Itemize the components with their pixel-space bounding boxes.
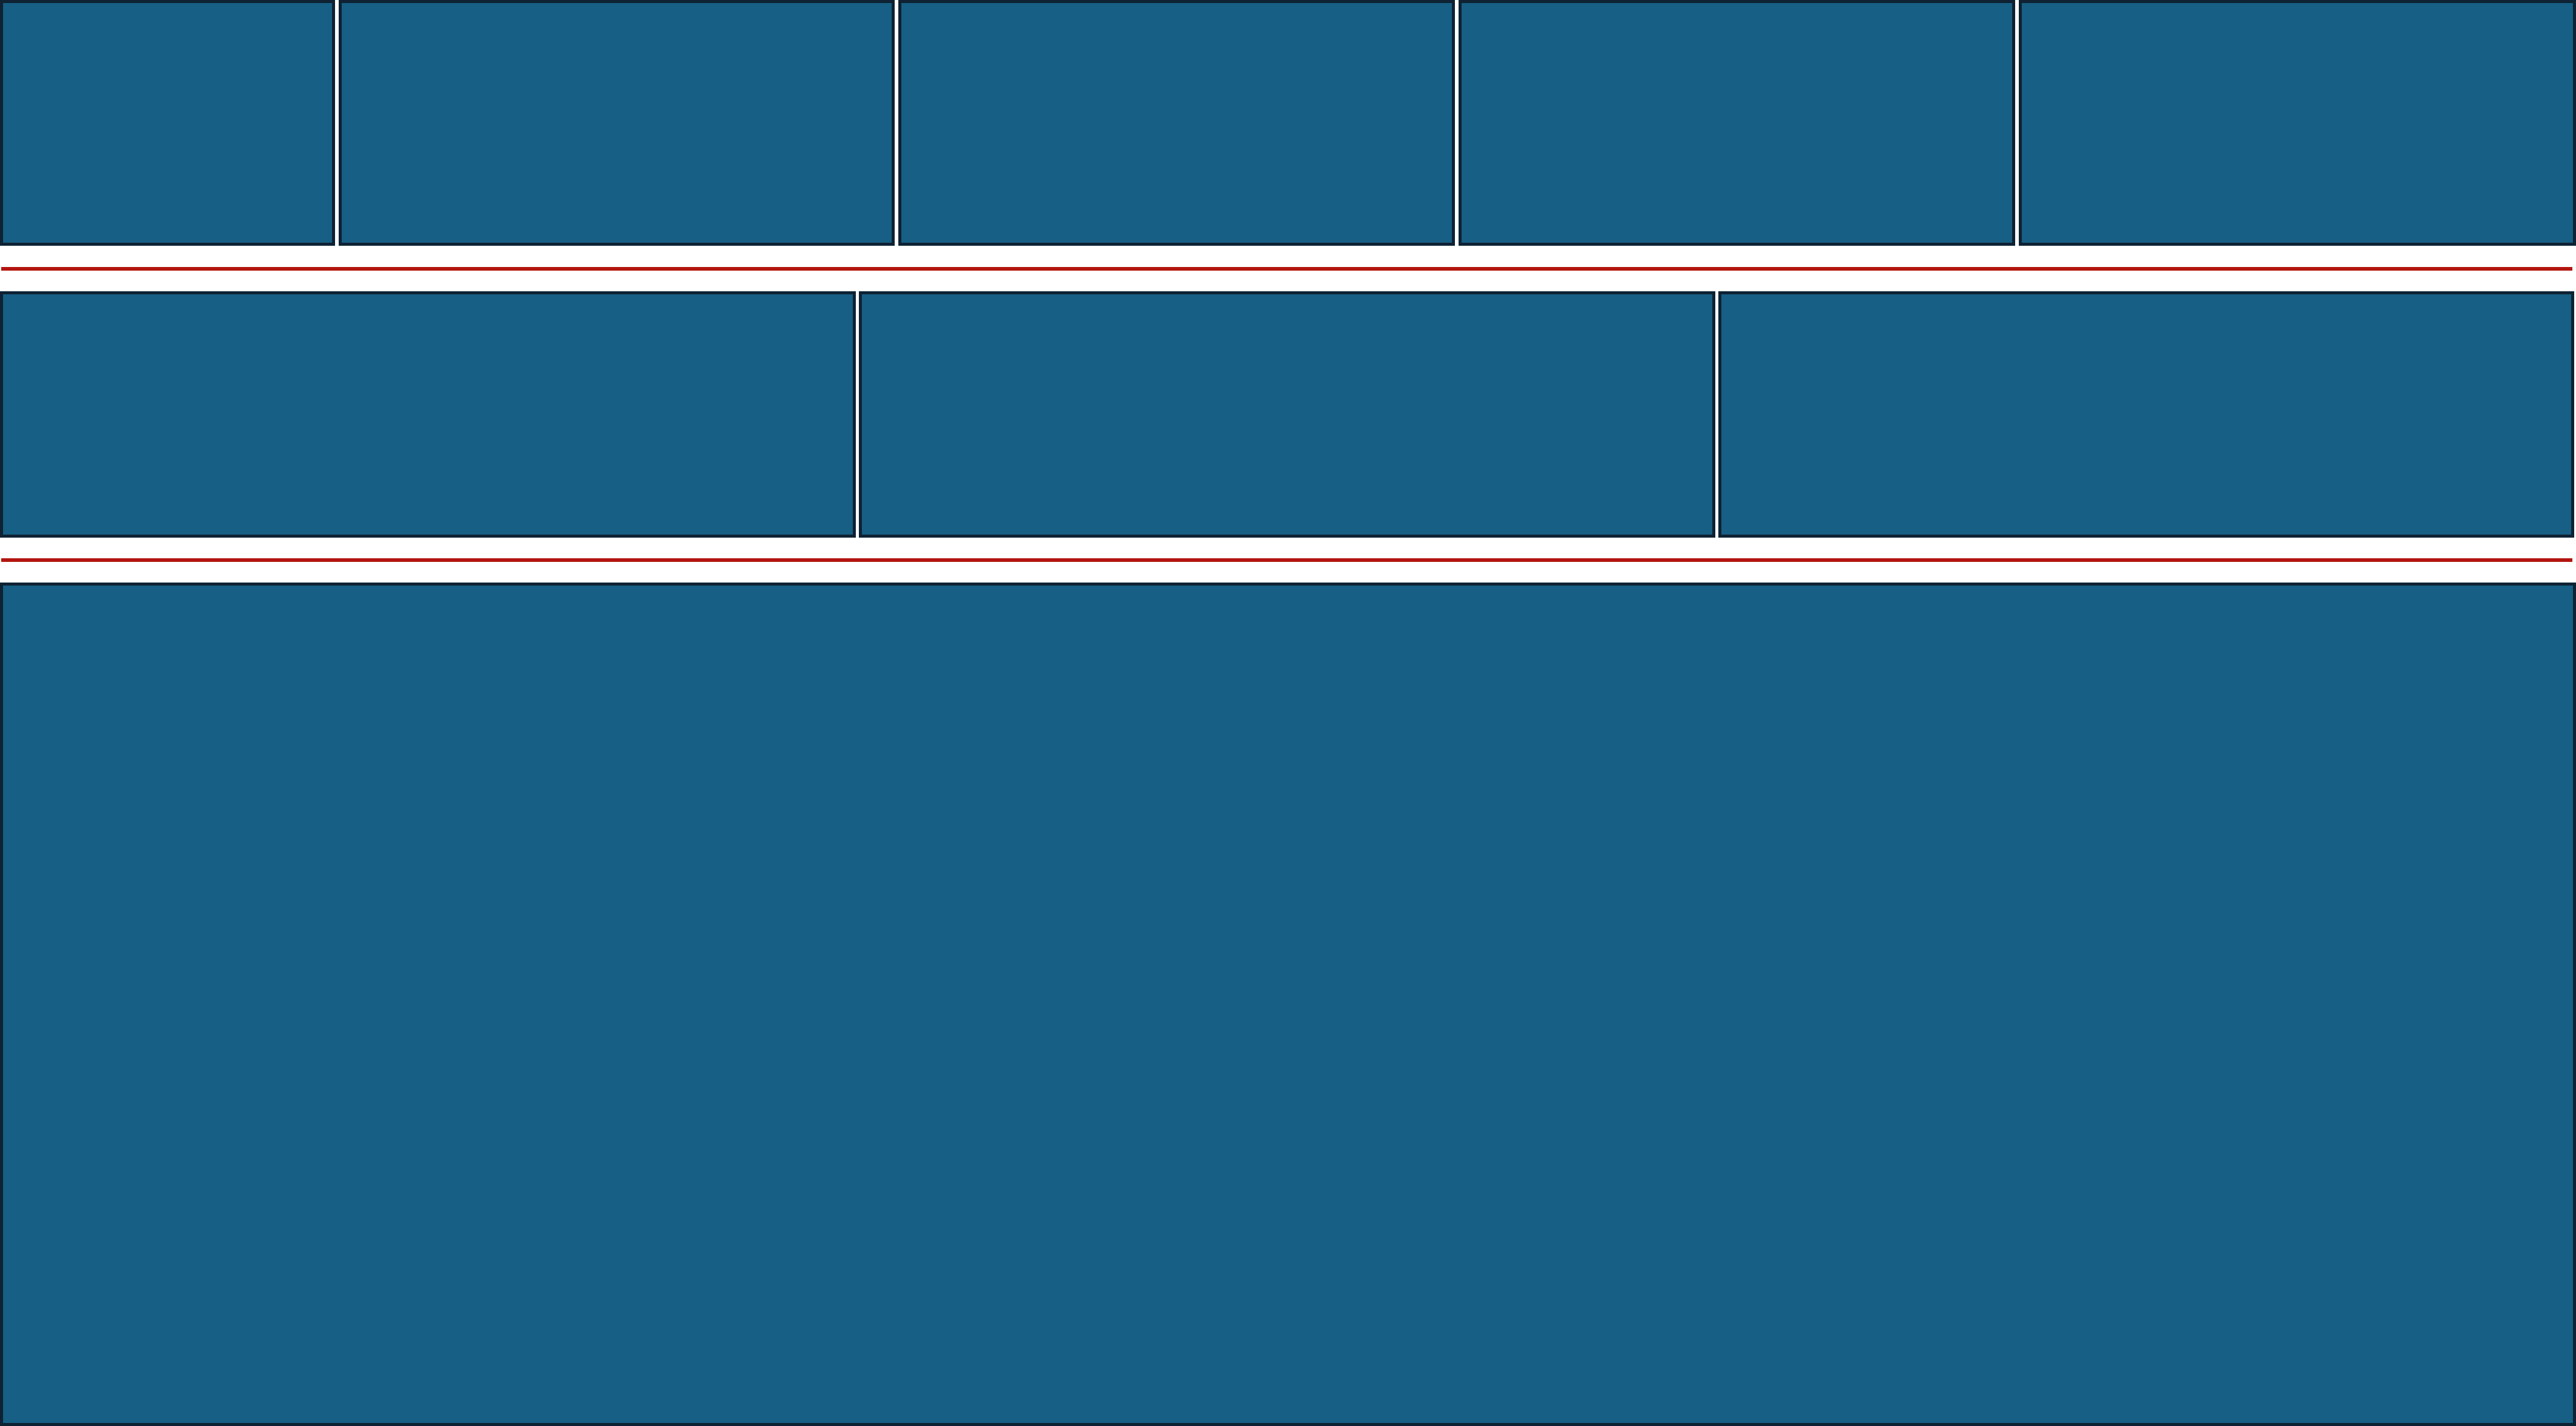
- row2-block-1: [0, 291, 856, 538]
- row3-block-1: [0, 583, 2576, 1426]
- divider-1: [1, 267, 2572, 271]
- divider-2: [1, 558, 2572, 562]
- row1-block-2: [339, 0, 895, 246]
- row1-block-1: [0, 0, 335, 246]
- row1-block-3: [898, 0, 1455, 246]
- row1-block-4: [1459, 0, 2015, 246]
- row1-block-5: [2019, 0, 2576, 246]
- row2-block-3: [1718, 291, 2574, 538]
- row2-block-2: [859, 291, 1715, 538]
